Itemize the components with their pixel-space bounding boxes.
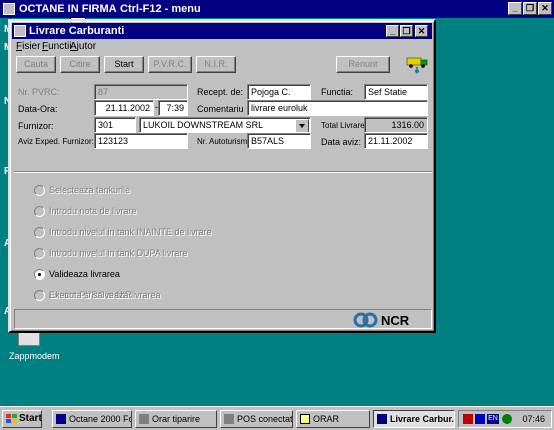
furnizor-select-value: LUKOIL DOWNSTREAM SRL	[143, 120, 264, 130]
menu-fisier[interactable]: Fisier	[16, 41, 40, 52]
ncr-logo-text: NCR	[381, 313, 410, 328]
app-restore-button[interactable]: ❐	[523, 2, 537, 15]
window-icon	[300, 414, 310, 424]
nr-autoturism-field[interactable]: B57ALS	[247, 133, 311, 149]
language-indicator[interactable]: EN	[487, 414, 499, 424]
step-label: Selecteaza tankurile	[49, 185, 131, 195]
radio-button[interactable]	[34, 290, 45, 301]
step-label: Introdu nota de livrare	[49, 206, 137, 216]
taskbar-item-label: POS conectat	[237, 414, 293, 424]
taskbar-item-livrare-carburanti[interactable]: Livrare Carbur...	[373, 410, 455, 428]
nr-pvrc-label: Nr. PVRC:	[18, 87, 60, 97]
data-ora-label: Data-Ora:	[18, 104, 58, 114]
nr-pvrc-field: 87	[94, 84, 188, 100]
app-close-button[interactable]: ✕	[538, 2, 552, 15]
radio-button[interactable]	[34, 248, 45, 259]
window-icon	[377, 414, 387, 424]
nr-autoturism-label: Nr. Autoturism:	[197, 137, 250, 146]
tray-app-icon[interactable]	[463, 414, 473, 424]
functia-label: Functia:	[321, 87, 354, 97]
app-icon[interactable]	[3, 3, 15, 15]
window-title: Livrare Carburanti	[29, 25, 125, 37]
step-radio-executa-salveaza[interactable]: Executa si salveaza livrarea	[34, 289, 254, 303]
citire-button[interactable]: Citire	[60, 56, 100, 73]
data-aviz-label: Data aviz:	[321, 137, 362, 147]
step-label: Executa si salveaza livrarea	[49, 290, 161, 300]
furnizor-code-field[interactable]: 301	[94, 117, 136, 133]
menu-ajutor[interactable]: Ajutor	[70, 41, 96, 52]
recept-label: Recept. de:	[197, 87, 244, 97]
step-label: Introdu nivelul in tank INAINTE de livra…	[49, 227, 212, 237]
tray-status-icon[interactable]	[502, 414, 512, 424]
pvrc-button[interactable]: P.V.R.C.	[148, 56, 192, 73]
taskbar: Start Octane 2000 Fo... Orar tiparire PO…	[0, 406, 554, 430]
window-title-bar[interactable]: Livrare Carburanti _ ❐ ✕	[12, 23, 432, 39]
step-label: Introdu nivelul in tank DUPA livrare	[49, 248, 188, 258]
comentariu-field[interactable]: livrare euroluk	[247, 100, 428, 116]
status-panel: NCR	[14, 309, 432, 329]
start-menu-button[interactable]: Start	[2, 410, 42, 428]
window-close-button[interactable]: ✕	[415, 25, 428, 37]
comentariu-label: Comentariu	[197, 104, 244, 114]
app-title-bar: OCTANE IN FIRMA Ctrl-F12 - menu _ ❐ ✕	[0, 0, 554, 18]
recept-field[interactable]: Pojoga C.	[247, 84, 311, 100]
app-title: OCTANE IN FIRMA	[19, 3, 117, 15]
radio-button[interactable]	[34, 227, 45, 238]
window-icon	[139, 414, 149, 424]
window-icon[interactable]	[14, 25, 26, 37]
step-radio-nivel-inainte[interactable]: Introdu nivelul in tank INAINTE de livra…	[34, 226, 254, 240]
taskbar-item-octane[interactable]: Octane 2000 Fo...	[52, 410, 132, 428]
windows-logo-icon	[6, 414, 17, 423]
taskbar-item-label: Livrare Carbur...	[390, 414, 455, 424]
tray-network-icon[interactable]	[475, 414, 485, 424]
renunt-button[interactable]: Renunt	[336, 56, 390, 73]
zappmodem-label[interactable]: Zappmodem	[9, 351, 60, 361]
furnizor-select[interactable]: LUKOIL DOWNSTREAM SRL	[139, 117, 311, 133]
menu-functii[interactable]: Functii	[42, 41, 71, 52]
step-radio-nota-livrare[interactable]: Introdu nota de livrare	[34, 205, 254, 219]
taskbar-item-label: Orar tiparire	[152, 414, 201, 424]
date-field[interactable]: 21.11.2002	[94, 100, 154, 116]
ncr-logo: NCR	[353, 312, 413, 328]
clock[interactable]: 07:46	[522, 414, 545, 424]
fuel-truck-icon	[406, 57, 428, 74]
nir-button[interactable]: N.I.R.	[196, 56, 236, 73]
step-radio-nivel-dupa[interactable]: Introdu nivelul in tank DUPA livrare	[34, 247, 254, 261]
taskbar-item-pos-conectat[interactable]: POS conectat	[220, 410, 293, 428]
time-field[interactable]: 7:39	[158, 100, 188, 116]
radio-button[interactable]	[34, 206, 45, 217]
window-minimize-button[interactable]: _	[386, 25, 399, 37]
step-radio-selecteaza-tankurile[interactable]: Selecteaza tankurile	[34, 184, 254, 198]
taskbar-item-label: Octane 2000 Fo...	[69, 414, 131, 424]
total-livrare-label: Total Livrare:	[321, 121, 367, 130]
app-shortcut-hint: Ctrl-F12 - menu	[120, 3, 201, 15]
functia-field[interactable]: Sef Statie	[364, 84, 428, 100]
system-tray: EN 07:46	[458, 410, 552, 428]
furnizor-label: Furnizor:	[18, 121, 54, 131]
aviz-exped-field[interactable]: 123123	[94, 133, 188, 149]
window-icon	[224, 414, 234, 424]
cauta-button[interactable]: Cauta	[16, 56, 56, 73]
window-icon	[56, 414, 66, 424]
step-radio-valideaza[interactable]: Valideaza livrarea	[34, 268, 254, 282]
start-label: Start	[19, 413, 42, 424]
window-restore-button[interactable]: ❐	[400, 25, 413, 37]
taskbar-item-orar[interactable]: ORAR	[296, 410, 370, 428]
radio-button[interactable]	[34, 185, 45, 196]
livrare-carburanti-window: Livrare Carburanti _ ❐ ✕ Fisier Functii …	[8, 19, 436, 333]
ncr-logo-icon	[353, 312, 378, 328]
step-label: Valideaza livrarea	[49, 269, 120, 279]
app-minimize-button[interactable]: _	[508, 2, 522, 15]
taskbar-item-label: ORAR	[313, 414, 340, 424]
start-button[interactable]: Start	[104, 56, 144, 73]
chevron-down-icon[interactable]	[295, 119, 309, 132]
aviz-exped-label: Aviz Exped. Furnizor:	[18, 137, 94, 146]
taskbar-item-orar-tiparire[interactable]: Orar tiparire	[135, 410, 217, 428]
radio-button-selected[interactable]	[34, 269, 45, 280]
data-aviz-field[interactable]: 21.11.2002	[364, 133, 428, 149]
total-livrare-field: 1316.00	[364, 117, 428, 133]
